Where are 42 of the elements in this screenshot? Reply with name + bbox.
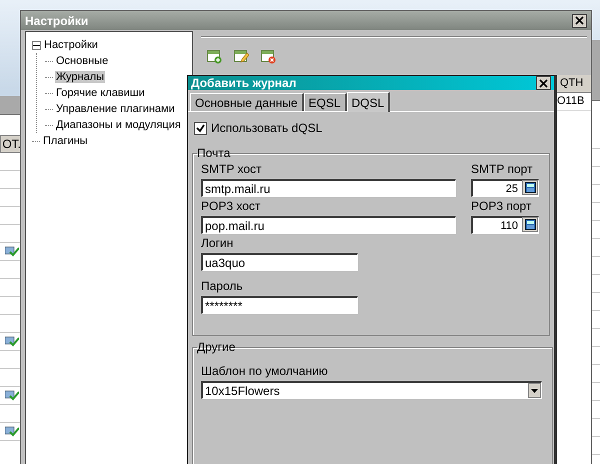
panel-bar <box>0 96 22 115</box>
input-field[interactable]: pop.mail.ru <box>201 216 456 234</box>
tab[interactable]: EQSL <box>304 93 347 111</box>
calculator-icon[interactable] <box>522 180 538 195</box>
field-label: POP3 порт <box>471 199 532 213</box>
list-icon[interactable] <box>234 50 249 64</box>
tab[interactable]: DQSL <box>346 92 390 112</box>
group-title: Другие <box>197 340 236 354</box>
checkbox-label: Использовать dQSL <box>211 121 322 135</box>
tab[interactable]: Основные данные <box>190 93 304 111</box>
user-check-icon <box>5 336 19 347</box>
field-label: Шаблон по умолчанию <box>201 364 329 378</box>
user-check-icon <box>5 426 19 437</box>
column-header: ОТ. <box>0 135 22 153</box>
calculator-icon[interactable] <box>522 217 538 232</box>
field-label: Логин <box>201 236 234 250</box>
list-icon[interactable] <box>207 50 222 64</box>
field-label: POP3 хост <box>201 199 262 213</box>
tree-item[interactable]: Диапазоны и модуляция <box>55 119 182 131</box>
tree-item[interactable]: Горячие клавиши <box>55 87 146 99</box>
field-label: Пароль <box>201 279 244 293</box>
template-dropdown[interactable]: 10x15Flowers <box>201 381 542 399</box>
tree-item[interactable]: Настройки <box>43 39 99 51</box>
dialog-title: Добавить журнал <box>191 76 296 90</box>
user-check-icon <box>5 246 19 257</box>
list-icon[interactable] <box>261 50 276 64</box>
close-button[interactable] <box>572 14 587 28</box>
user-check-icon <box>5 390 19 401</box>
field-label: SMTP порт <box>471 162 534 176</box>
input-field[interactable]: ******** <box>201 296 358 314</box>
input-field[interactable]: smtp.mail.ru <box>201 179 456 197</box>
tree-item[interactable]: Плагины <box>42 135 89 147</box>
column-header: QTH <box>556 75 591 93</box>
field-label: SMTP хост <box>201 162 262 176</box>
input-field[interactable]: ua3quo <box>201 253 358 271</box>
checkbox[interactable] <box>194 122 207 134</box>
window-title: Настройки <box>25 14 88 28</box>
tree-item[interactable]: Журналы <box>55 71 106 83</box>
group-title: Почта <box>197 146 230 160</box>
tree-item[interactable]: Основные <box>55 55 110 67</box>
tree-item[interactable]: Управление плагинами <box>55 103 176 115</box>
close-button[interactable] <box>536 76 551 90</box>
